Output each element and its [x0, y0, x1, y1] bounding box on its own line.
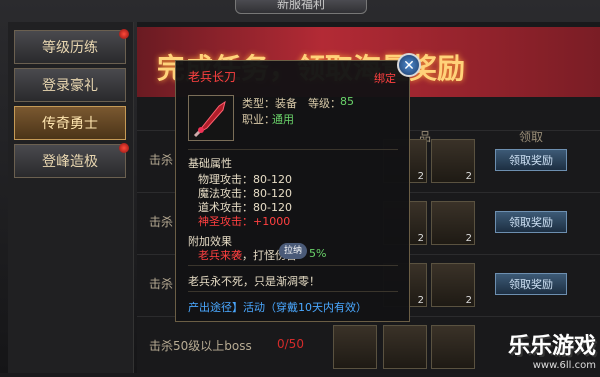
divider [188, 265, 398, 266]
reward-slot[interactable]: 2 [431, 263, 475, 307]
extra-effect-value: 5% [309, 247, 327, 260]
divider [188, 291, 398, 292]
task-label: 击杀 [149, 277, 174, 291]
reward-slot[interactable]: 2 [431, 201, 475, 245]
sidebar-item-login-gift[interactable]: 登录豪礼 [14, 68, 126, 102]
notification-dot-icon [119, 29, 129, 39]
bind-status: 绑定 [374, 72, 396, 85]
claim-reward-button[interactable]: 领取奖励 [495, 273, 567, 295]
item-source: 产出途径】活动（穿戴10天内有效） [188, 301, 367, 314]
sidebar-item-label: 传奇勇士 [42, 116, 98, 132]
item-tooltip: 老兵长刀 绑定 ✕ 类型：装备 等级： 85 职业： 通用 基础属性 物理攻击：… [175, 53, 421, 322]
task-progress: 0/50 [277, 337, 304, 351]
task-label: 击杀 [149, 153, 174, 167]
flavor-text: 老兵永不死，只是渐凋零！ [188, 275, 320, 288]
item-type: 类型：装备 [242, 97, 297, 110]
item-job-value: 通用 [272, 113, 294, 126]
sidebar-item-label: 登录豪礼 [42, 78, 98, 94]
sidebar-item-peak[interactable]: 登峰造极 [14, 143, 129, 178]
window-title-tab: 新服福利 [235, 0, 367, 14]
holy-attack-line: 神圣攻击：+1000 [198, 215, 291, 228]
notification-dot-icon [119, 143, 129, 153]
task-label: 击杀50级以上boss [149, 339, 252, 353]
item-level-label: 等级： [308, 97, 341, 110]
watermark-url: www.6ll.com [532, 360, 596, 371]
extra-effect-name: 老兵来袭 [198, 249, 242, 262]
item-level-value: 85 [340, 95, 354, 108]
reward-slot[interactable] [431, 325, 475, 369]
claim-reward-button[interactable]: 领取奖励 [495, 149, 567, 171]
game-window: 新服福利 等级历练 登录豪礼 传奇勇士 登峰造极 完成任务，领取海量奖励 品 领… [0, 0, 600, 373]
base-attributes-header: 基础属性 [188, 157, 232, 170]
sidebar-item-label: 登峰造极 [42, 154, 98, 170]
reward-slot[interactable] [383, 325, 427, 369]
voice-pill[interactable]: 拉纳 [279, 243, 307, 259]
item-job-label: 职业： [242, 113, 275, 126]
close-icon[interactable]: ✕ [397, 53, 421, 77]
sidebar-item-label: 等级历练 [42, 40, 98, 56]
item-icon [188, 95, 234, 141]
watermark-title: 乐乐游戏 [507, 334, 596, 359]
watermark: 乐乐游戏 www.6ll.com [508, 328, 596, 371]
sidebar-item-legend-warrior[interactable]: 传奇勇士 [14, 106, 126, 140]
item-name: 老兵长刀 [188, 70, 237, 84]
task-label: 击杀 [149, 215, 174, 229]
divider [188, 149, 398, 150]
reward-slot[interactable] [333, 325, 377, 369]
claim-reward-button[interactable]: 领取奖励 [495, 211, 567, 233]
sidebar-item-level-training[interactable]: 等级历练 [14, 29, 129, 64]
reward-slot[interactable]: 2 [431, 139, 475, 183]
sidebar: 等级历练 登录豪礼 传奇勇士 登峰造极 [8, 22, 134, 373]
